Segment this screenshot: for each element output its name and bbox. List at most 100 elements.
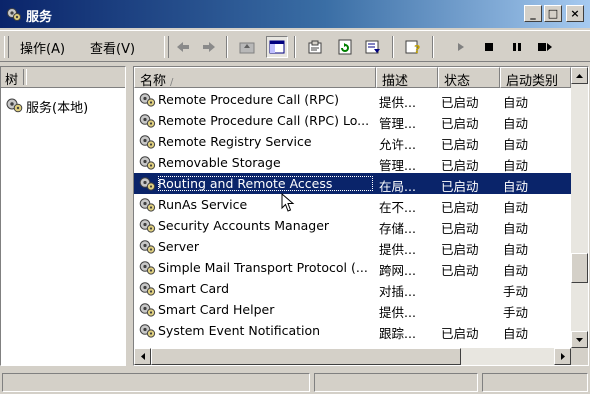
tree-header: 树 — [1, 67, 125, 88]
service-row[interactable]: Security Accounts Manager 存储... 已启动 自动 — [134, 215, 571, 236]
service-status: 已启动 — [441, 116, 479, 131]
service-gear-icon — [138, 302, 156, 320]
service-name: Simple Mail Transport Protocol (... — [158, 260, 368, 275]
stop-service-icon — [484, 42, 494, 52]
service-gear-icon — [138, 218, 156, 236]
service-status: 已启动 — [441, 242, 479, 257]
export-list-button[interactable] — [362, 36, 384, 58]
export-list-icon — [365, 39, 381, 55]
arrow-left-icon — [140, 353, 145, 360]
horizontal-scrollbar[interactable] — [134, 348, 571, 365]
service-status: 已启动 — [441, 326, 479, 341]
vertical-scrollbar[interactable] — [571, 67, 588, 348]
back-button[interactable] — [172, 36, 194, 58]
services-window: 服务 _ □ × 操作(A) 查看(V) ? 树 服务(本地) 名称 / 描述 … — [0, 0, 590, 394]
service-startup-type: 自动 — [503, 221, 529, 236]
mouse-cursor — [281, 192, 295, 216]
service-startup-type: 自动 — [503, 326, 529, 341]
refresh-button[interactable] — [334, 36, 356, 58]
service-status: 已启动 — [441, 179, 479, 194]
service-status: 已启动 — [441, 95, 479, 110]
service-name: Smart Card Helper — [158, 302, 275, 317]
title-bar[interactable]: 服务 _ □ × — [0, 0, 590, 28]
service-row[interactable]: Simple Mail Transport Protocol (... 跨网...… — [134, 257, 571, 278]
service-name: System Event Notification — [158, 323, 321, 338]
pause-service-button[interactable] — [506, 36, 528, 58]
service-name: Removable Storage — [158, 155, 281, 170]
menu-grip[interactable] — [4, 36, 9, 58]
scroll-left-button[interactable] — [134, 348, 151, 365]
vertical-scroll-thumb[interactable] — [571, 253, 588, 283]
minimize-button[interactable]: _ — [524, 5, 542, 22]
column-status-label: 状态 — [444, 74, 471, 88]
service-row[interactable]: Remote Procedure Call (RPC) 提供... 已启动 自动 — [134, 89, 571, 110]
menu-action[interactable]: 操作(A) — [20, 38, 65, 57]
horizontal-scroll-thumb[interactable] — [151, 348, 461, 365]
service-row[interactable]: Routing and Remote Access 在局... 已启动 自动 — [134, 173, 571, 194]
service-row[interactable]: RunAs Service 在不... 已启动 自动 — [134, 194, 571, 215]
forward-button[interactable] — [198, 36, 220, 58]
service-description: 提供... — [379, 242, 416, 257]
status-panel-main — [2, 373, 310, 392]
toolbar-grip[interactable] — [164, 36, 169, 58]
close-button[interactable]: × — [566, 5, 584, 22]
service-row[interactable]: System Event Notification 跟踪... 已启动 自动 — [134, 320, 571, 341]
service-row[interactable]: Removable Storage 管理... 已启动 自动 — [134, 152, 571, 173]
tree-node-services-local[interactable]: 服务(本地) — [5, 97, 88, 116]
service-row[interactable]: Remote Registry Service 允许... 已启动 自动 — [134, 131, 571, 152]
scroll-down-button[interactable] — [571, 331, 588, 348]
show-hide-tree-button[interactable] — [266, 36, 288, 58]
tree-pane[interactable]: 树 服务(本地) — [0, 66, 126, 366]
service-gear-icon — [138, 281, 156, 299]
column-header-name[interactable]: 名称 / — [134, 67, 376, 88]
column-description-label: 描述 — [382, 74, 409, 88]
service-row[interactable]: Server 提供... 已启动 自动 — [134, 236, 571, 257]
service-description: 提供... — [379, 95, 416, 110]
service-name: RunAs Service — [158, 197, 248, 212]
column-header-startup-type[interactable]: 启动类别 — [500, 67, 571, 88]
service-row[interactable]: Remote Procedure Call (RPC) Lo... 管理... 已启… — [134, 110, 571, 131]
tree-header-divider[interactable] — [23, 69, 27, 85]
service-row[interactable]: Smart Card Helper 提供... 手动 — [134, 299, 571, 320]
menu-toolbar-row: 操作(A) 查看(V) ? — [0, 30, 590, 62]
service-description: 跨网... — [379, 263, 416, 278]
service-startup-type: 自动 — [503, 95, 529, 110]
scroll-up-button[interactable] — [571, 67, 588, 84]
service-gear-icon — [138, 239, 156, 257]
toolbar-separator — [294, 36, 296, 58]
forward-icon — [201, 39, 217, 55]
sort-indicator: / — [170, 77, 174, 88]
help-button[interactable]: ? — [402, 36, 424, 58]
menu-view[interactable]: 查看(V) — [90, 38, 135, 57]
stop-service-button[interactable] — [478, 36, 500, 58]
service-description: 跟踪... — [379, 326, 416, 341]
service-startup-type: 自动 — [503, 137, 529, 152]
restart-service-button[interactable] — [534, 36, 556, 58]
scroll-right-button[interactable] — [554, 348, 571, 365]
service-name: Smart Card — [158, 281, 230, 296]
service-gear-icon — [138, 176, 156, 194]
up-folder-icon — [239, 39, 255, 55]
service-row[interactable]: Smart Card 对插... 手动 — [134, 278, 571, 299]
column-header-description[interactable]: 描述 — [376, 67, 438, 88]
service-gear-icon — [138, 134, 156, 152]
service-name: Routing and Remote Access — [158, 176, 373, 191]
show-hide-tree-icon — [269, 39, 285, 55]
up-folder-button[interactable] — [236, 36, 258, 58]
service-status: 已启动 — [441, 200, 479, 215]
start-service-button[interactable] — [450, 36, 472, 58]
toolbar-separator — [432, 36, 434, 58]
service-status: 已启动 — [441, 137, 479, 152]
service-gear-icon — [138, 323, 156, 341]
arrow-right-icon — [560, 353, 565, 360]
restart-service-icon — [537, 42, 553, 52]
service-description: 在局... — [379, 179, 416, 194]
column-header-status[interactable]: 状态 — [438, 67, 500, 88]
properties-button[interactable] — [304, 36, 326, 58]
arrow-up-icon — [576, 73, 583, 78]
services-app-icon[interactable] — [6, 6, 22, 22]
maximize-button[interactable]: □ — [544, 5, 562, 22]
services-list-pane[interactable]: 名称 / 描述 状态 启动类别 Remote Procedure Call (RP… — [133, 66, 589, 366]
service-startup-type: 自动 — [503, 116, 529, 131]
services-gear-icon — [5, 97, 23, 116]
